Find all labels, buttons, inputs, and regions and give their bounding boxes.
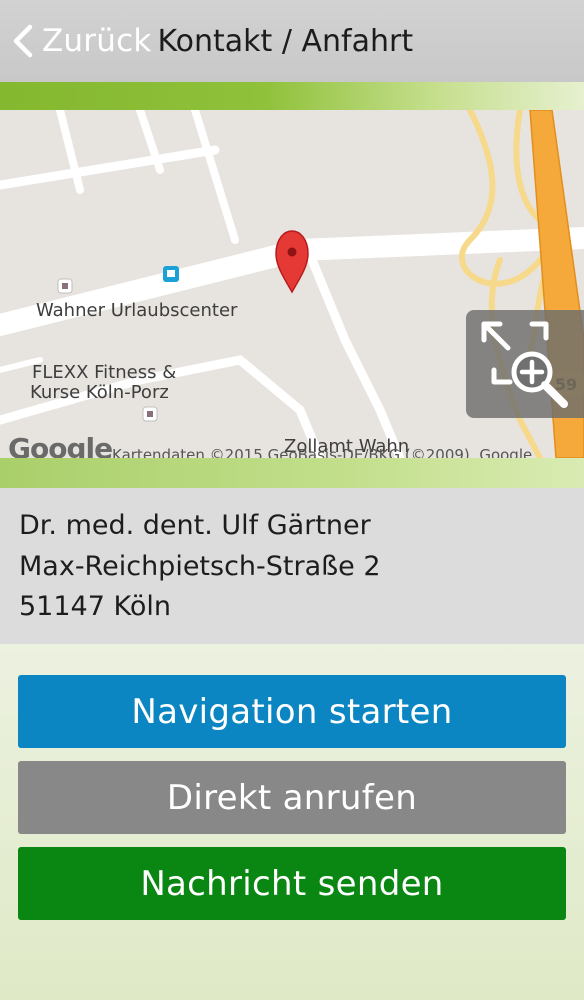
back-button[interactable]: Zurück [0,0,151,82]
map-label-flexx-2: Kurse Köln-Porz [30,382,169,403]
map-bottom-stripe [0,458,584,488]
top-bar: Zurück Kontakt / Anfahrt [0,0,584,82]
send-message-button[interactable]: Nachricht senden [18,847,566,920]
header-accent-stripe [0,82,584,110]
chevron-left-icon [13,24,33,58]
contact-name: Dr. med. dent. Ulf Gärtner [19,510,371,541]
map-label-urlaubscenter: Wahner Urlaubscenter [36,300,238,321]
start-navigation-button[interactable]: Navigation starten [18,675,566,748]
address-panel: Dr. med. dent. Ulf Gärtner Max-Reichpiet… [0,488,584,644]
map-attribution: Kartendaten ©2015 GeoBasis-DE/BKG (©2009… [112,446,533,458]
contact-city: 51147 Köln [19,591,171,622]
map-view[interactable]: Wahner Urlaubscenter FLEXX Fitness & Kur… [0,110,584,458]
zoom-in-icon [481,321,568,408]
contact-street: Max-Reichpietsch-Straße 2 [19,550,381,582]
map-zoom-button[interactable] [466,310,584,418]
page-title: Kontakt / Anfahrt [157,23,414,59]
call-button[interactable]: Direkt anrufen [18,761,566,834]
map-label-flexx-1: FLEXX Fitness & [32,362,177,383]
back-label: Zurück [42,23,152,59]
google-logo: Google [8,432,113,458]
